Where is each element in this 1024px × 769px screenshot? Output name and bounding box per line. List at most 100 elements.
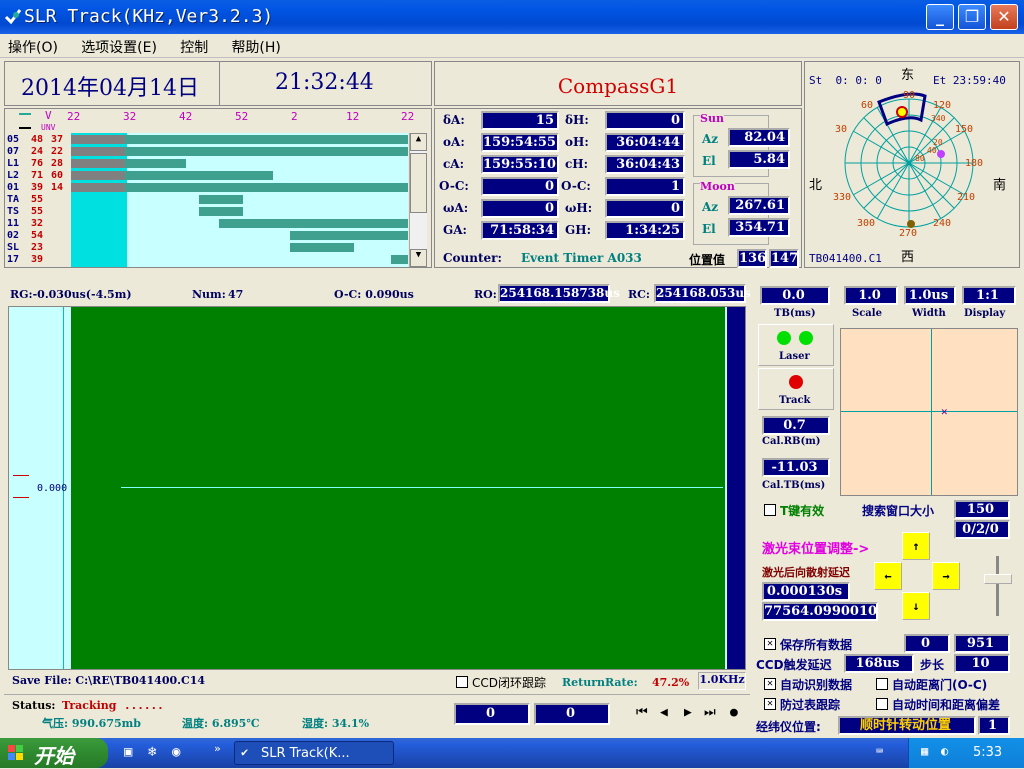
menu-operate[interactable]: 操作(O) [0, 34, 66, 60]
inner-tick-40: 40 [927, 146, 937, 155]
date-display: 2014年04月14日 [21, 76, 199, 101]
scroll-up-button[interactable]: ▲ [410, 133, 427, 151]
anti-follow-checkbox[interactable]: ✕ [764, 698, 776, 710]
menu-help[interactable]: 帮助(H) [223, 34, 288, 60]
arrow-up-button[interactable]: ↑ [902, 532, 930, 560]
step-value[interactable]: 10 [954, 654, 1010, 673]
network-icon[interactable]: ▦ [921, 744, 928, 758]
params-panel: δA: 15 δH: 0 oA: 159:54:55 oH: 36:04:44 … [434, 108, 802, 268]
keyboard-icon[interactable]: ⌨ [876, 744, 883, 758]
volume-icon[interactable]: ◐ [941, 744, 948, 758]
counter-box-2: 0 [534, 703, 610, 725]
time-display: 21:32:44 [275, 70, 374, 95]
scroll-thumb[interactable] [410, 153, 427, 213]
auto-time-checkbox[interactable] [876, 698, 888, 710]
quicklaunch-icon-3[interactable]: ◉ [172, 744, 180, 760]
arrow-left-button[interactable]: ← [874, 562, 902, 590]
moon-az-label: Az [702, 200, 719, 214]
close-button[interactable]: ✕ [990, 4, 1018, 30]
task-slr-track[interactable]: ✔ SLR Track(K... [234, 741, 394, 765]
och-label: O-C: [561, 179, 591, 193]
laser-button[interactable]: Laser [758, 324, 834, 366]
t-key-checkbox[interactable] [764, 504, 776, 516]
tb-value[interactable]: 0.0 [760, 286, 830, 305]
ch-label: cH: [565, 157, 589, 171]
pass-row-b: 22 [51, 146, 64, 157]
pass-row-gap [71, 171, 125, 180]
pass-row-a: 32 [31, 218, 44, 229]
arrow-right-button[interactable]: → [932, 562, 960, 590]
pass-row-a: 55 [31, 194, 44, 205]
backscatter-label: 激光后向散射延迟 [762, 566, 850, 579]
sun-az-label: Az [702, 132, 719, 146]
pass-row-a: 76 [31, 158, 44, 169]
oca-label: O-C: [439, 179, 469, 193]
search-window-value[interactable]: 150 [954, 500, 1010, 519]
expand-icon[interactable]: » [214, 742, 221, 755]
moon-el-label: El [702, 222, 716, 236]
label-west: 西 [901, 250, 915, 265]
position-value-1: 136 [737, 249, 767, 268]
auto-gate-checkbox[interactable] [876, 678, 888, 690]
stop-icon[interactable]: ● [730, 705, 738, 720]
clock: 5:33 [973, 745, 1003, 760]
pass-scrollbar[interactable]: ▲ ▼ [409, 133, 427, 267]
ccd-loop-checkbox[interactable] [456, 676, 468, 688]
window-title: SLR Track(KHz,Ver3.2.3) [24, 6, 274, 27]
backscatter-value-1[interactable]: 0.000130s [762, 582, 850, 601]
backscatter-value-2[interactable]: 77564.0990010 [762, 602, 878, 621]
position-label: 位置值 [689, 253, 726, 267]
ccd-delay-label: CCD触发延迟 [756, 658, 832, 672]
last-icon[interactable]: ⏭ [704, 705, 716, 720]
cal-rb-value[interactable]: 0.7 [762, 416, 830, 435]
pass-chart-panel: V UNV 22 32 42 52 2 12 22 05 48 37 07 24 22 L1 76 28 L2… [4, 108, 432, 268]
maximize-button[interactable]: ❐ [958, 4, 986, 30]
quicklaunch-icon-2[interactable]: ❄ [148, 744, 156, 760]
cal-tb-label: Cal.TB(ms) [762, 480, 826, 491]
auto-id-checkbox[interactable]: ✕ [764, 678, 776, 690]
save-all-checkbox[interactable]: ✕ [764, 638, 776, 650]
menu-options[interactable]: 选项设置(E) [73, 34, 165, 60]
inner-tick-80: 80 [915, 154, 925, 163]
satellite-panel: CompassG1 [434, 61, 802, 106]
auto-time-label: 自动时间和距离偏差 [892, 698, 1001, 712]
pass-row-name: 11 [7, 218, 20, 229]
prev-icon[interactable]: ◀ [660, 705, 668, 720]
sun-group: Sun Az 82.04 El 5.84 [693, 112, 790, 177]
scale-value[interactable]: 1.0 [844, 286, 898, 305]
theodolite-number[interactable]: 1 [978, 716, 1010, 735]
adjust-slider[interactable] [978, 556, 1016, 618]
menu-control[interactable]: 控制 [172, 34, 216, 60]
width-value[interactable]: 1.0us [904, 286, 956, 305]
scale-label: Scale [852, 308, 882, 319]
pass-row-a: 54 [31, 230, 44, 241]
scroll-down-button[interactable]: ▼ [410, 249, 427, 267]
da-value: 15 [481, 111, 559, 130]
tick-330: 330 [833, 192, 852, 203]
pass-row-b: 14 [51, 182, 64, 193]
pass-row-name: 02 [7, 230, 20, 241]
moon-label: Moon [700, 180, 735, 193]
tick-300: 300 [857, 218, 876, 229]
display-value[interactable]: 1:1 [962, 286, 1016, 305]
search-window-value-2[interactable]: 0/2/0 [954, 520, 1010, 539]
arrow-down-button[interactable]: ↓ [902, 592, 930, 620]
x-tick-label: 42 [179, 110, 193, 123]
start-button[interactable]: 开始 [0, 738, 108, 768]
save-row: Save File: C:\RE\TB041400.C14 CCD闭环跟踪 Re… [4, 672, 750, 694]
track-button[interactable]: Track [758, 368, 834, 410]
rate-box: 1.0KHz [698, 672, 746, 690]
theodolite-value[interactable]: 顺时针转动位置 [838, 716, 976, 735]
cal-tb-value[interactable]: -11.03 [762, 458, 830, 477]
gh-value: 1:34:25 [605, 221, 685, 240]
minimize-button[interactable]: _ [926, 4, 954, 30]
residual-line [121, 487, 723, 488]
quicklaunch-icon-1[interactable]: ▣ [124, 744, 132, 760]
pass-row-bar [391, 255, 408, 264]
tick-210: 210 [957, 192, 976, 203]
next-icon[interactable]: ▶ [684, 705, 692, 720]
first-icon[interactable]: ⏮ [636, 705, 648, 720]
slider-thumb[interactable] [984, 574, 1012, 584]
pass-row-gap [71, 159, 125, 168]
ccd-delay-value[interactable]: 168us [844, 654, 914, 673]
